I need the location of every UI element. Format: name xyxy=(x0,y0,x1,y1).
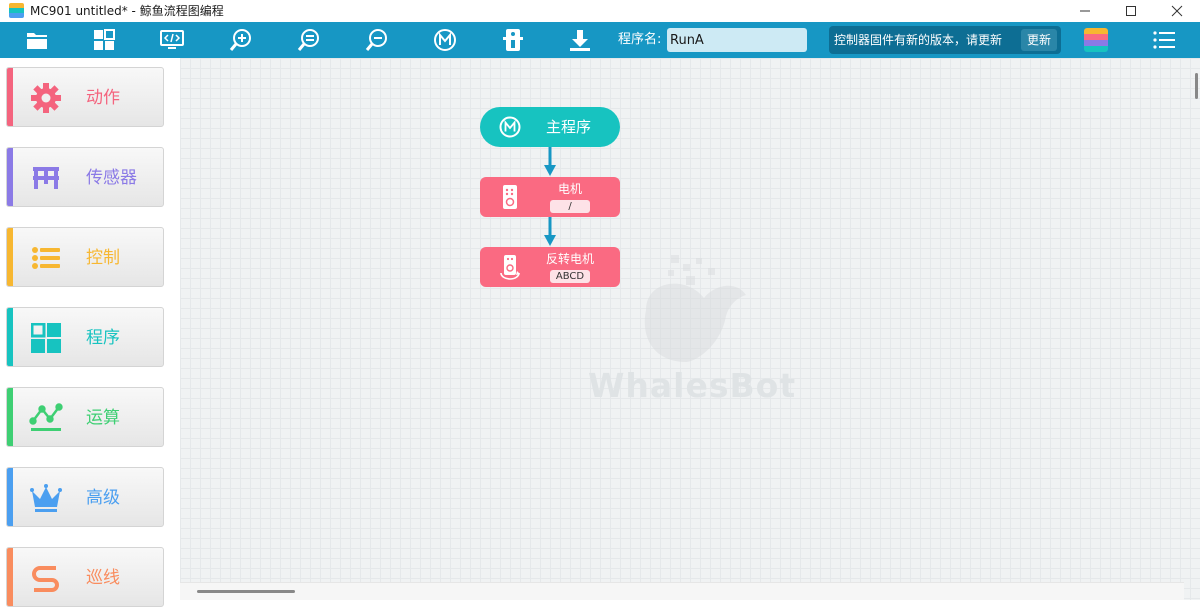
list-icon xyxy=(29,241,63,275)
category-label: 运算 xyxy=(86,408,120,428)
category-line-follow[interactable]: 巡线 xyxy=(6,547,164,607)
category-control[interactable]: 控制 xyxy=(6,227,164,287)
zoom-in-button[interactable] xyxy=(228,27,254,53)
app-logo-icon xyxy=(9,3,24,18)
close-button[interactable] xyxy=(1154,0,1200,22)
controller-button[interactable] xyxy=(500,27,526,53)
vertical-scrollbar[interactable] xyxy=(1195,73,1198,99)
open-folder-icon xyxy=(27,33,47,49)
motor-block[interactable]: 电机 / xyxy=(480,177,620,217)
category-stripe xyxy=(7,548,13,606)
main-program-icon xyxy=(434,29,456,51)
main-program-icon xyxy=(499,116,521,138)
category-stripe xyxy=(7,228,13,286)
block-parameter[interactable]: / xyxy=(550,200,590,213)
category-label: 程序 xyxy=(86,328,120,348)
controller-icon xyxy=(503,29,523,51)
category-label: 动作 xyxy=(86,88,120,108)
minimize-icon xyxy=(1080,10,1090,12)
monitor-code-button[interactable] xyxy=(159,27,185,53)
zoom-out-button[interactable] xyxy=(364,27,390,53)
category-advanced[interactable]: 高级 xyxy=(6,467,164,527)
main-program-label: 主程序 xyxy=(546,118,592,136)
category-sidebar: 动作 传感器 控制 程序 运算 高级 巡线 xyxy=(0,58,180,607)
download-icon xyxy=(570,30,590,51)
hamburger-menu-icon xyxy=(1153,31,1175,49)
program-name-label: 程序名: xyxy=(618,32,662,47)
zoom-out-icon xyxy=(365,29,387,51)
category-program[interactable]: 程序 xyxy=(6,307,164,367)
category-stripe xyxy=(7,148,13,206)
firmware-notice-text: 控制器固件有新的版本，请更新 xyxy=(834,33,1003,47)
category-action[interactable]: 动作 xyxy=(6,67,164,127)
category-stripe xyxy=(7,68,13,126)
main-program-block[interactable]: 主程序 xyxy=(480,107,620,147)
category-label: 高级 xyxy=(86,488,120,508)
block-title: 反转电机 xyxy=(545,252,594,266)
flow-arrow-icon xyxy=(544,217,556,246)
open-folder-button[interactable] xyxy=(24,27,50,53)
zoom-in-icon xyxy=(229,29,251,51)
watermark-text: WhalesBot xyxy=(588,366,797,405)
zoom-reset-icon xyxy=(297,29,319,51)
window-title: MC901 untitled* - 鲸鱼流程图编程 xyxy=(30,4,224,18)
program-grid-icon xyxy=(29,321,63,355)
flow-arrow-icon xyxy=(544,147,556,176)
menu-button[interactable] xyxy=(1152,29,1176,51)
minimize-button[interactable] xyxy=(1062,0,1108,22)
blocks-grid-button[interactable] xyxy=(91,27,117,53)
reverse-motor-icon xyxy=(500,255,520,280)
category-label: 巡线 xyxy=(86,568,120,588)
category-stripe xyxy=(7,308,13,366)
whalesbot-logo-icon[interactable] xyxy=(1084,28,1108,52)
close-icon xyxy=(1171,5,1183,17)
category-sensor[interactable]: 传感器 xyxy=(6,147,164,207)
crown-icon xyxy=(29,481,63,515)
monitor-code-icon xyxy=(160,30,184,49)
block-title: 电机 xyxy=(557,182,582,196)
gear-icon xyxy=(29,81,63,115)
update-button[interactable]: 更新 xyxy=(1021,29,1057,51)
category-label: 传感器 xyxy=(86,168,137,188)
maximize-button[interactable] xyxy=(1108,0,1154,22)
main-program-button[interactable] xyxy=(432,27,458,53)
maximize-icon xyxy=(1126,6,1136,16)
blocks-grid-icon xyxy=(94,29,115,50)
zoom-reset-button[interactable] xyxy=(296,27,322,53)
title-bar: MC901 untitled* - 鲸鱼流程图编程 xyxy=(0,0,1200,22)
program-name-input[interactable] xyxy=(667,28,807,52)
motor-icon xyxy=(503,185,517,209)
operation-icon xyxy=(29,401,63,435)
horizontal-scroll-track[interactable] xyxy=(180,582,1184,600)
toolbar: 程序名: 控制器固件有新的版本，请更新 更新 xyxy=(0,22,1200,58)
category-stripe xyxy=(7,468,13,526)
firmware-notice: 控制器固件有新的版本，请更新 更新 xyxy=(829,26,1061,54)
block-parameter[interactable]: ABCD xyxy=(550,270,590,283)
reverse-motor-block[interactable]: 反转电机 ABCD xyxy=(480,247,620,287)
line-follow-icon xyxy=(29,561,63,595)
category-stripe xyxy=(7,388,13,446)
download-button[interactable] xyxy=(567,27,593,53)
category-label: 控制 xyxy=(86,248,120,268)
category-operation[interactable]: 运算 xyxy=(6,387,164,447)
horizontal-scrollbar[interactable] xyxy=(197,590,295,593)
sensor-icon xyxy=(29,161,63,195)
